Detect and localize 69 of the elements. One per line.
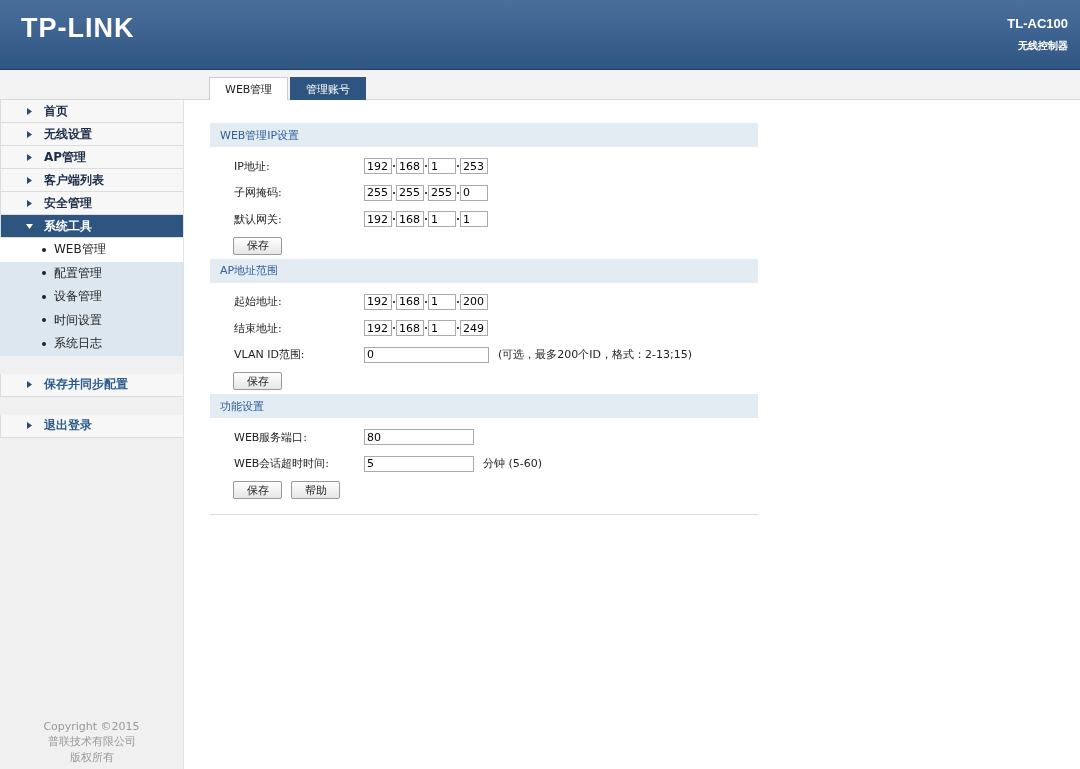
ip-octet-field[interactable]: 168 [396,158,424,175]
ip-octet-field[interactable]: 1 [460,211,488,228]
save-button[interactable]: 保存 [233,481,282,499]
section-header: 功能设置 [210,394,758,418]
submenu-item[interactable]: 时间设置 [0,308,183,332]
ip-octet-field[interactable]: 255 [428,184,456,201]
field-label: 结束地址: [234,320,283,336]
submenu-item[interactable]: WEB管理 [0,238,183,262]
ip-octet-field[interactable]: 1 [428,320,456,337]
submenu-item[interactable]: 配置管理 [0,261,183,285]
save-button[interactable]: 保存 [233,372,282,390]
menu-item[interactable]: 系统工具 [0,215,183,238]
caret-right-icon [26,176,33,184]
input-field[interactable]: 80 [364,429,474,446]
ip-octet-field[interactable]: 255 [396,184,424,201]
section-header: AP地址范围 [210,258,758,283]
menu-item[interactable]: 保存并同步配置 [0,373,183,397]
hint-text: (可选，最多200个ID，格式：2-13;15) [498,347,692,363]
submenu-item[interactable]: 设备管理 [0,285,183,309]
menu-item[interactable]: 无线设置 [0,123,183,146]
save-button[interactable]: 保存 [233,236,282,255]
field-label: WEB服务端口: [234,429,309,445]
ip-octet-field[interactable]: 1 [428,293,456,310]
ip-octet-field[interactable]: 192 [364,211,392,228]
ip-octet-field[interactable]: 168 [396,293,424,310]
menu-item[interactable]: 客户端列表 [0,169,183,192]
copyright-text: 版权所有 [69,750,114,765]
ip-octet-field[interactable]: 168 [396,320,424,337]
tab[interactable]: 管理账号 [290,77,367,100]
menu-item[interactable]: 首页 [0,100,183,123]
input-field[interactable]: 5 [364,455,474,472]
ip-octet-field[interactable]: 200 [460,293,488,310]
field-label: 默认网关: [234,211,283,227]
field-label: WEB会话超时时间: [234,456,331,472]
field-label: 起始地址: [234,294,283,310]
caret-right-icon [26,422,33,429]
copyright-text: Copyright ©2015 [43,720,140,733]
ip-octet-field[interactable]: 249 [460,320,488,337]
field-label: IP地址: [234,158,271,174]
ip-octet-field[interactable]: 1 [428,211,456,228]
menu-item[interactable]: 安全管理 [0,192,183,215]
caret-down-icon [26,222,33,230]
ip-octet-field[interactable]: 255 [364,184,392,201]
model-name: TL-AC100 [1007,16,1068,31]
help-button[interactable]: 帮助 [291,481,340,499]
hint-text: 分钟 (5-60) [483,456,543,472]
device-type: 无线控制器 [1018,39,1068,53]
tab[interactable]: WEB管理 [209,77,289,100]
ip-octet-field[interactable]: 168 [396,211,424,228]
ip-octet-field[interactable]: 0 [460,184,488,201]
caret-right-icon [26,153,33,161]
ip-octet-field[interactable]: 192 [364,158,392,175]
menu-item[interactable]: AP管理 [0,146,183,169]
ip-octet-field[interactable]: 192 [364,320,392,337]
submenu-item[interactable]: 系统日志 [0,332,183,356]
copyright-text: 普联技术有限公司 [47,734,136,749]
menu-item[interactable]: 退出登录 [0,414,183,438]
input-field[interactable]: 0 [364,346,489,363]
caret-right-icon [26,130,33,138]
field-label: VLAN ID范围: [234,347,306,363]
ip-octet-field[interactable]: 1 [428,158,456,175]
logo: TP-LINK [21,13,135,44]
ip-octet-field[interactable]: 192 [364,293,392,310]
ip-octet-field[interactable]: 253 [460,158,488,175]
field-label: 子网掩码: [234,185,283,201]
caret-right-icon [26,107,33,115]
section-header: WEB管理IP设置 [210,123,758,147]
caret-right-icon [26,381,33,388]
caret-right-icon [26,199,33,207]
